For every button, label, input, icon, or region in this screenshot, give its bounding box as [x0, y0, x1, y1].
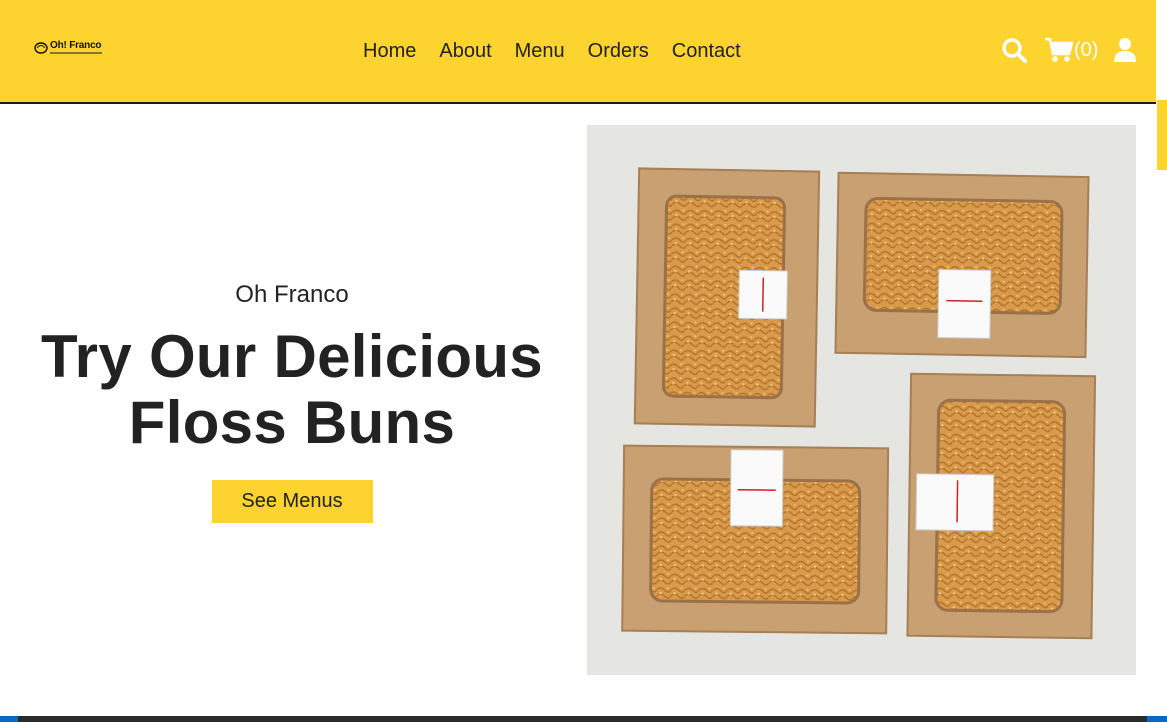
- header-actions: (0): [1000, 36, 1138, 64]
- hero-image: [587, 125, 1136, 675]
- site-header: Oh! Franco Home About Menu Orders Contac…: [0, 0, 1156, 104]
- status-notifications[interactable]: [1147, 716, 1167, 722]
- search-icon[interactable]: [1000, 36, 1028, 64]
- logo-tagline-line: [50, 52, 102, 54]
- logo[interactable]: Oh! Franco: [34, 41, 102, 54]
- editor-status-bar: [0, 716, 1167, 722]
- cart-icon: [1044, 36, 1074, 64]
- main-nav: Home About Menu Orders Contact: [363, 38, 741, 64]
- hero-headline-line2: Floss Buns: [128, 389, 456, 456]
- nav-home[interactable]: Home: [363, 38, 416, 64]
- nav-menu[interactable]: Menu: [515, 38, 565, 64]
- see-menus-button[interactable]: See Menus: [211, 480, 373, 523]
- hero-headline-line1: Try Our Delicious: [41, 323, 543, 390]
- hero-headline: Try Our Delicious Floss Buns: [0, 324, 584, 456]
- scrollbar-thumb[interactable]: [1157, 100, 1167, 170]
- nav-about[interactable]: About: [439, 38, 491, 64]
- logo-mark-icon: [34, 42, 48, 54]
- hero-text: Oh Franco Try Our Delicious Floss Buns S…: [0, 280, 584, 523]
- cart-count: (0): [1074, 39, 1099, 61]
- user-icon[interactable]: [1112, 36, 1138, 64]
- nav-orders[interactable]: Orders: [588, 38, 649, 64]
- status-remote-indicator[interactable]: [0, 716, 18, 722]
- nav-contact[interactable]: Contact: [672, 38, 741, 64]
- logo-text: Oh! Franco: [50, 40, 102, 51]
- hero-eyebrow: Oh Franco: [235, 281, 349, 308]
- cart-button[interactable]: (0): [1044, 36, 1098, 64]
